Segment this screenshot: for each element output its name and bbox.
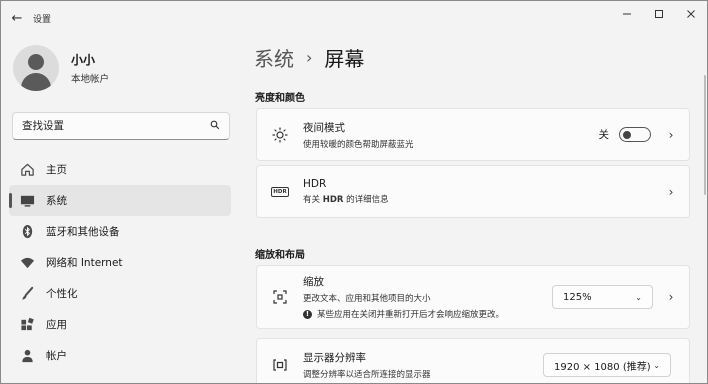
user-name: 小小 [71,53,96,67]
scale-description: 更改文本、应用和其他项目的大小 [303,294,431,304]
scale-dropdown[interactable]: 125% ⌄ [552,285,653,309]
wifi-icon [19,255,35,271]
resolution-card: 显示器分辨率 调整分辨率以适合所连接的显示器 1920 × 1080 (推荐) … [256,338,690,383]
page-title: 屏幕 [324,47,365,71]
sidebar-item-network[interactable]: 网络和 Internet [9,247,231,278]
sidebar-item-label: 应用 [46,319,67,331]
breadcrumb: 系统 › 屏幕 [254,43,364,72]
close-button[interactable] [675,1,707,27]
hdr-icon: HDR [268,180,292,204]
hdr-card[interactable]: HDR HDR 有关 HDR 的详细信息 › [256,165,690,218]
search-input[interactable] [22,120,210,132]
maximize-button[interactable] [643,1,675,27]
maximize-icon [655,10,663,18]
resolution-icon [268,353,292,377]
sidebar-item-label: 蓝牙和其他设备 [46,226,120,238]
night-light-card[interactable]: 夜间模式 使用较暖的颜色帮助屏蔽蓝光 关 › [256,108,690,161]
chevron-right-icon[interactable]: › [661,290,681,304]
info-icon: ! [303,309,312,319]
breadcrumb-parent[interactable]: 系统 [254,43,294,72]
main-content: 系统 › 屏幕 亮度和颜色 夜间模式 使用较暖的颜色帮助屏蔽蓝光 关 › HDR… [241,35,707,383]
sidebar-item-system[interactable]: 系统 [9,185,231,216]
night-light-title: 夜间模式 [303,121,345,134]
hdr-description: 有关 HDR 的详细信息 [303,195,389,205]
minimize-button[interactable] [611,1,643,27]
sidebar-item-personalization[interactable]: 个性化 [9,278,231,309]
sidebar-item-label: 帐户 [46,350,67,362]
sidebar-item-accounts[interactable]: 帐户 [9,340,231,371]
back-arrow-icon: ← [11,10,23,26]
section-title-brightness: 亮度和颜色 [255,93,305,104]
chevron-right-icon: › [668,127,674,142]
night-light-toggle-state: 关 [598,129,610,141]
apps-icon [19,317,35,333]
sidebar: 小小 本地帐户 主页 系统 [1,35,241,383]
sidebar-nav: 主页 系统 蓝牙和其他设备 网络和 Internet 个性化 应用 帐户 [9,154,231,371]
bluetooth-icon [19,224,35,240]
brightness-icon [268,123,292,147]
chevron-down-icon: ⌄ [635,292,642,302]
scale-value: 125% [563,291,592,303]
resolution-description: 调整分辨率以适合所连接的显示器 [303,370,431,380]
breadcrumb-separator: › [306,48,313,67]
scale-note: ! 某些应用在关闭并重新打开后才会响应缩放更改。 [303,308,552,320]
chevron-right-icon: › [668,184,674,199]
app-title: 设置 [33,14,52,25]
night-light-toggle[interactable] [619,127,651,142]
user-profile[interactable]: 小小 本地帐户 [13,45,109,91]
resolution-value: 1920 × 1080 (推荐) [554,361,651,373]
scale-card: 缩放 更改文本、应用和其他项目的大小 ! 某些应用在关闭并重新打开后才会响应缩放… [256,265,690,329]
home-icon [19,162,35,178]
scale-title: 缩放 [303,276,324,288]
night-light-description: 使用较暖的颜色帮助屏蔽蓝光 [303,139,414,150]
close-icon [687,10,695,18]
minimize-icon [623,13,631,15]
chevron-down-icon: ⌄ [653,360,660,370]
resolution-dropdown[interactable]: 1920 × 1080 (推荐) ⌄ [543,353,671,377]
section-title-scale-layout: 缩放和布局 [255,250,305,261]
sidebar-item-label: 主页 [46,164,67,176]
back-button[interactable]: ← [1,1,33,35]
sidebar-item-bluetooth[interactable]: 蓝牙和其他设备 [9,216,231,247]
search-icon [210,120,220,133]
settings-window: ← 设置 小小 本地帐户 查找设置 主页 系统 蓝牙和其他设备 网络和 Inte… [0,0,708,384]
sidebar-item-label: 网络和 Internet [46,257,123,269]
search-box[interactable] [12,112,230,140]
avatar [13,45,59,91]
monitor-icon [19,193,35,209]
resolution-title: 显示器分辨率 [303,352,366,364]
account-type: 本地帐户 [71,74,110,85]
person-icon [19,348,35,364]
sidebar-item-home[interactable]: 主页 [9,154,231,185]
brush-icon [19,286,35,302]
scale-icon [268,285,292,309]
window-controls [611,1,707,27]
title-bar: ← 设置 [1,1,707,35]
hdr-title: HDR [303,178,327,190]
sidebar-item-label: 系统 [46,195,67,207]
scrollbar[interactable] [704,75,706,195]
sidebar-item-apps[interactable]: 应用 [9,309,231,340]
sidebar-item-label: 个性化 [46,288,78,300]
